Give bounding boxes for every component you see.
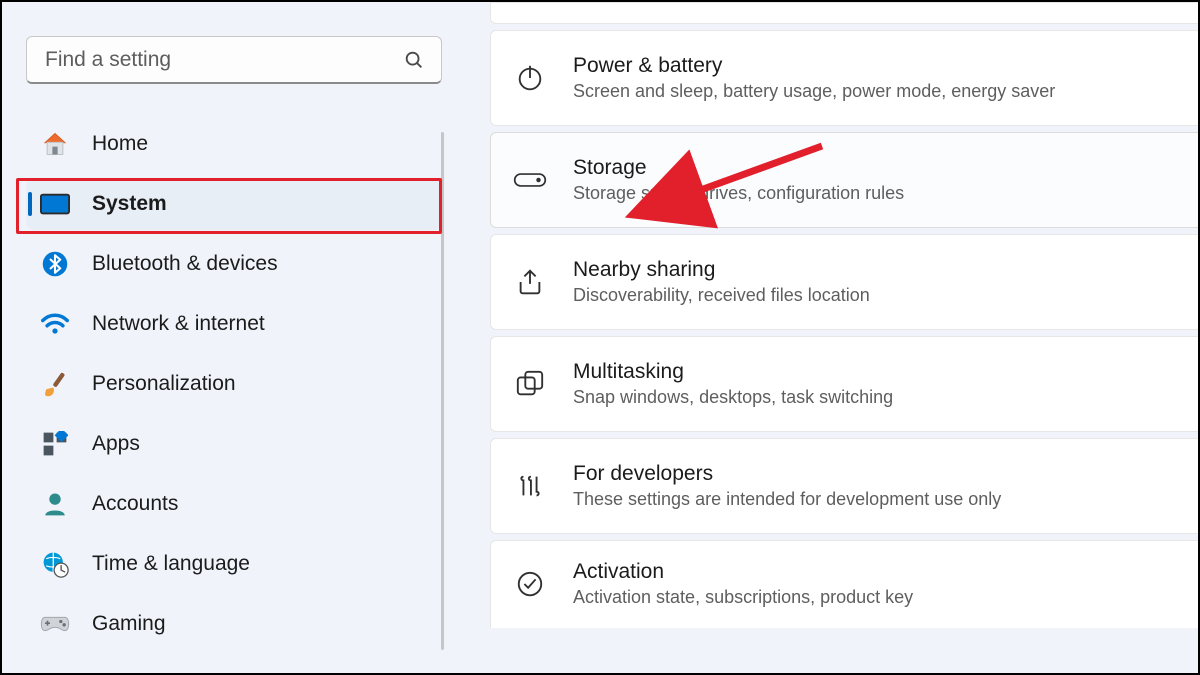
bluetooth-icon bbox=[40, 249, 70, 279]
sidebar-item-label: Network & internet bbox=[92, 312, 265, 336]
devtools-icon bbox=[513, 469, 547, 503]
gamepad-icon bbox=[40, 609, 70, 639]
system-icon bbox=[40, 189, 70, 219]
sidebar-item-system[interactable]: System bbox=[26, 178, 442, 230]
card-storage[interactable]: Storage Storage space, drives, configura… bbox=[490, 132, 1198, 228]
search-icon bbox=[403, 49, 425, 71]
sidebar-item-time-language[interactable]: Time & language bbox=[26, 538, 442, 590]
card-title: Nearby sharing bbox=[573, 257, 870, 283]
main-panel: Power & battery Screen and sleep, batter… bbox=[450, 2, 1198, 673]
sidebar-item-apps[interactable]: Apps bbox=[26, 418, 442, 470]
power-icon bbox=[513, 61, 547, 95]
card-desc: Screen and sleep, battery usage, power m… bbox=[573, 79, 1055, 103]
sidebar-item-label: Gaming bbox=[92, 612, 166, 636]
sidebar-item-label: Time & language bbox=[92, 552, 250, 576]
sidebar-item-network[interactable]: Network & internet bbox=[26, 298, 442, 350]
sidebar-item-personalization[interactable]: Personalization bbox=[26, 358, 442, 410]
card-title: Activation bbox=[573, 559, 913, 585]
card-title: Multitasking bbox=[573, 359, 893, 385]
sidebar-item-label: Home bbox=[92, 132, 148, 156]
windows-icon bbox=[513, 367, 547, 401]
sidebar: Home System Bluetooth & devices bbox=[2, 2, 450, 673]
card-desc: Snap windows, desktops, task switching bbox=[573, 385, 893, 409]
sidebar-item-label: Personalization bbox=[92, 372, 236, 396]
card-title: Power & battery bbox=[573, 53, 1055, 79]
card-desc: Discoverability, received files location bbox=[573, 283, 870, 307]
sidebar-nav: Home System Bluetooth & devices bbox=[26, 118, 442, 658]
apps-icon bbox=[40, 429, 70, 459]
share-icon bbox=[513, 265, 547, 299]
sidebar-item-bluetooth[interactable]: Bluetooth & devices bbox=[26, 238, 442, 290]
drive-icon bbox=[513, 163, 547, 197]
clock-globe-icon bbox=[40, 549, 70, 579]
card-desc: Activation state, subscriptions, product… bbox=[573, 585, 913, 609]
home-icon bbox=[40, 129, 70, 159]
sidebar-item-home[interactable]: Home bbox=[26, 118, 442, 170]
person-icon bbox=[40, 489, 70, 519]
sidebar-item-accounts[interactable]: Accounts bbox=[26, 478, 442, 530]
card-activation[interactable]: Activation Activation state, subscriptio… bbox=[490, 540, 1198, 628]
sidebar-item-label: Apps bbox=[92, 432, 140, 456]
card-power-battery[interactable]: Power & battery Screen and sleep, batter… bbox=[490, 30, 1198, 126]
check-circle-icon bbox=[513, 567, 547, 601]
sidebar-item-label: Bluetooth & devices bbox=[92, 252, 278, 276]
card-title: Storage bbox=[573, 155, 904, 181]
search-input[interactable] bbox=[43, 47, 403, 73]
sidebar-item-gaming[interactable]: Gaming bbox=[26, 598, 442, 650]
card-desc: These settings are intended for developm… bbox=[573, 487, 1001, 511]
card-multitasking[interactable]: Multitasking Snap windows, desktops, tas… bbox=[490, 336, 1198, 432]
brush-icon bbox=[40, 369, 70, 399]
settings-card-list: Power & battery Screen and sleep, batter… bbox=[490, 2, 1198, 628]
card-nearby-sharing[interactable]: Nearby sharing Discoverability, received… bbox=[490, 234, 1198, 330]
wifi-icon bbox=[40, 309, 70, 339]
card-for-developers[interactable]: For developers These settings are intend… bbox=[490, 438, 1198, 534]
search-box[interactable] bbox=[26, 36, 442, 84]
card-stub-top bbox=[490, 2, 1198, 24]
card-desc: Storage space, drives, configuration rul… bbox=[573, 181, 904, 205]
card-title: For developers bbox=[573, 461, 1001, 487]
sidebar-item-label: System bbox=[92, 192, 167, 216]
sidebar-item-label: Accounts bbox=[92, 492, 178, 516]
